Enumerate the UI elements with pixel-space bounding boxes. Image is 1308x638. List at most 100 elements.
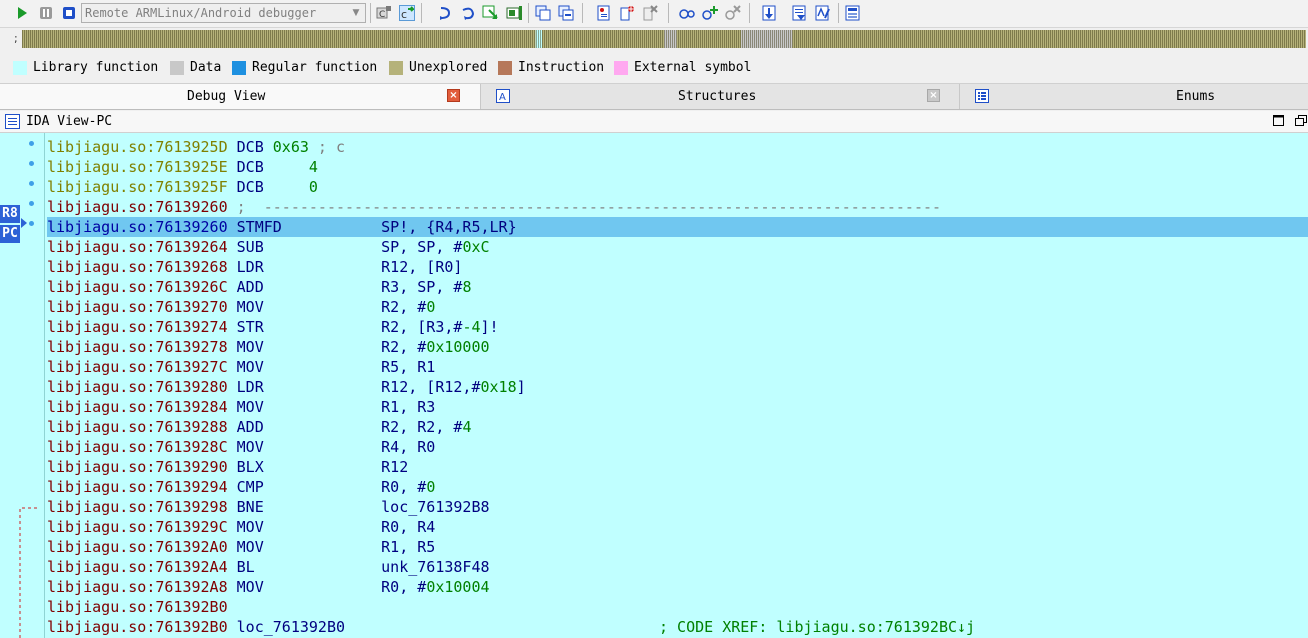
navigator-stripe [212,30,213,48]
navigator-stripe [678,30,679,48]
listing-row[interactable]: libjiagu.so:7613928C MOV R4, R0 [47,437,1308,457]
comment: ; c [308,138,346,156]
breakpoint-dot[interactable] [29,141,34,146]
debugger-select[interactable]: Remote ARMLinux/Android debugger ▼ [81,3,366,23]
tracing-icon[interactable] [679,5,695,21]
disassembly-view[interactable]: R8 PC libjiagu.so:7613925D DCB 0x63 ; cl… [0,133,1308,638]
listing-row[interactable]: libjiagu.so:76139264 SUB SP, SP, #0xC [47,237,1308,257]
navigator-stripe [578,30,579,48]
navigator-stripe [1228,30,1229,48]
breakpoint-list-icon[interactable] [596,5,612,21]
chevron-down-icon: ▼ [352,8,360,18]
listing-row[interactable]: libjiagu.so:76139290 BLX R12 [47,457,1308,477]
listing-row[interactable]: libjiagu.so:76139260 ; -----------------… [47,197,1308,217]
listing-row[interactable]: libjiagu.so:761392A0 MOV R1, R5 [47,537,1308,557]
listing-row[interactable]: libjiagu.so:7613927C MOV R5, R1 [47,357,1308,377]
remove-trace-icon[interactable] [725,5,741,21]
navigator-stripe [246,30,247,48]
start-icon[interactable] [14,5,30,21]
navigator-stripe [1130,30,1131,48]
navigator-stripe [1074,30,1075,48]
navigator-stripe [188,30,189,48]
listing-row[interactable]: libjiagu.so:76139270 MOV R2, #0 [47,297,1308,317]
stop-icon[interactable] [61,5,77,21]
listing-row[interactable]: libjiagu.so:76139280 LDR R12, [R12,#0x18… [47,377,1308,397]
navigator-stripe [668,30,669,48]
stack-icon[interactable] [845,5,861,21]
navigator-stripe [1126,30,1127,48]
navigator-stripe [1140,30,1141,48]
navigator-stripe [1084,30,1085,48]
navigator-stripe [94,30,95,48]
listing-row[interactable]: libjiagu.so:7613925D DCB 0x63 ; c [47,137,1308,157]
listing-row[interactable]: libjiagu.so:76139268 LDR R12, [R0] [47,257,1308,277]
windows-alt-icon[interactable] [558,5,574,21]
navigator-stripe [1102,30,1103,48]
navigator-stripe [808,30,809,48]
breakpoint-dot[interactable] [29,201,34,206]
toolbar-separator [421,3,422,23]
add-breakpoint-icon[interactable] [619,5,635,21]
attach-icon[interactable]: C [376,5,392,21]
down-arrow-icon[interactable] [762,5,778,21]
sort-icon[interactable] [815,5,831,21]
listing-row[interactable]: libjiagu.so:7613925F DCB 0 [47,177,1308,197]
navigator-stripe [638,30,639,48]
listing-row[interactable]: libjiagu.so:76139274 STR R2, [R3,#-4]! [47,317,1308,337]
navigator-stripe [236,30,237,48]
navigator-stripe [98,30,99,48]
address: libjiagu.so:7613928C [47,438,228,456]
breakpoint-dot[interactable] [29,161,34,166]
close-icon[interactable]: × [447,89,460,102]
function-list-icon[interactable] [792,5,808,21]
navigator-stripe [1120,30,1121,48]
windows-icon[interactable] [535,5,551,21]
listing-row[interactable]: libjiagu.so:761392A4 BL unk_76138F48 [47,557,1308,577]
listing-row[interactable]: libjiagu.so:76139298 BNE loc_761392B8 [47,497,1308,517]
listing-row[interactable]: libjiagu.so:761392A8 MOV R0, #0x10004 [47,577,1308,597]
navigator-stripe [82,30,83,48]
detach-icon[interactable]: c [399,5,415,21]
close-icon[interactable]: × [927,89,940,102]
navigator-stripe [474,30,475,48]
navigator-stripe [254,30,255,48]
navigator-strip[interactable] [22,30,1306,48]
tab-structures[interactable]: A Structures × [482,84,960,109]
navigator-stripe [1002,30,1003,48]
breakpoint-dot[interactable] [29,221,34,226]
listing-row[interactable]: libjiagu.so:76139278 MOV R2, #0x10000 [47,337,1308,357]
navigator-stripe [1196,30,1197,48]
listing-row[interactable]: libjiagu.so:76139284 MOV R1, R3 [47,397,1308,417]
step-over-icon[interactable] [460,5,476,21]
restore-icon[interactable] [1295,115,1307,129]
listing-row[interactable]: libjiagu.so:76139294 CMP R0, #0 [47,477,1308,497]
listing-row[interactable]: libjiagu.so:761392B0 loc_761392B0 ; CODE… [47,617,1308,637]
listing-row[interactable]: libjiagu.so:761392B0 [47,597,1308,617]
step-into-icon[interactable] [437,5,453,21]
listing-row[interactable]: libjiagu.so:7613925E DCB 4 [47,157,1308,177]
listing-row[interactable]: libjiagu.so:7613929C MOV R0, R4 [47,517,1308,537]
xref-comment[interactable]: ; CODE XREF: libjiagu.so:761392BC↓j [659,617,975,637]
navigator-stripe [608,30,609,48]
run-to-cursor-icon[interactable] [482,5,498,21]
listing-row[interactable]: libjiagu.so:76139260 STMFD SP!, {R4,R5,L… [47,217,1308,237]
listing-row[interactable]: libjiagu.so:76139288 ADD R2, R2, #4 [47,417,1308,437]
add-trace-icon[interactable] [702,5,718,21]
pause-icon[interactable] [38,5,54,21]
operand: R1, R3 [381,398,436,416]
breakpoint-dot[interactable] [29,181,34,186]
operand: 4 [272,158,318,176]
navigator-stripe [1232,30,1233,48]
tab-debug-view[interactable]: Debug View × [0,84,481,109]
navigator-stripe [930,30,931,48]
navigator-stripe [1216,30,1217,48]
navigator-stripe [954,30,955,48]
listing-row[interactable]: libjiagu.so:7613926C ADD R3, SP, #8 [47,277,1308,297]
step-out-icon[interactable] [506,5,522,21]
navigator-stripe [126,30,127,48]
navigator-stripe [814,30,815,48]
navigator-stripe [900,30,901,48]
tab-enums[interactable]: Enums [961,84,1308,109]
maximize-icon[interactable] [1273,115,1284,129]
remove-breakpoint-icon[interactable] [642,5,658,21]
